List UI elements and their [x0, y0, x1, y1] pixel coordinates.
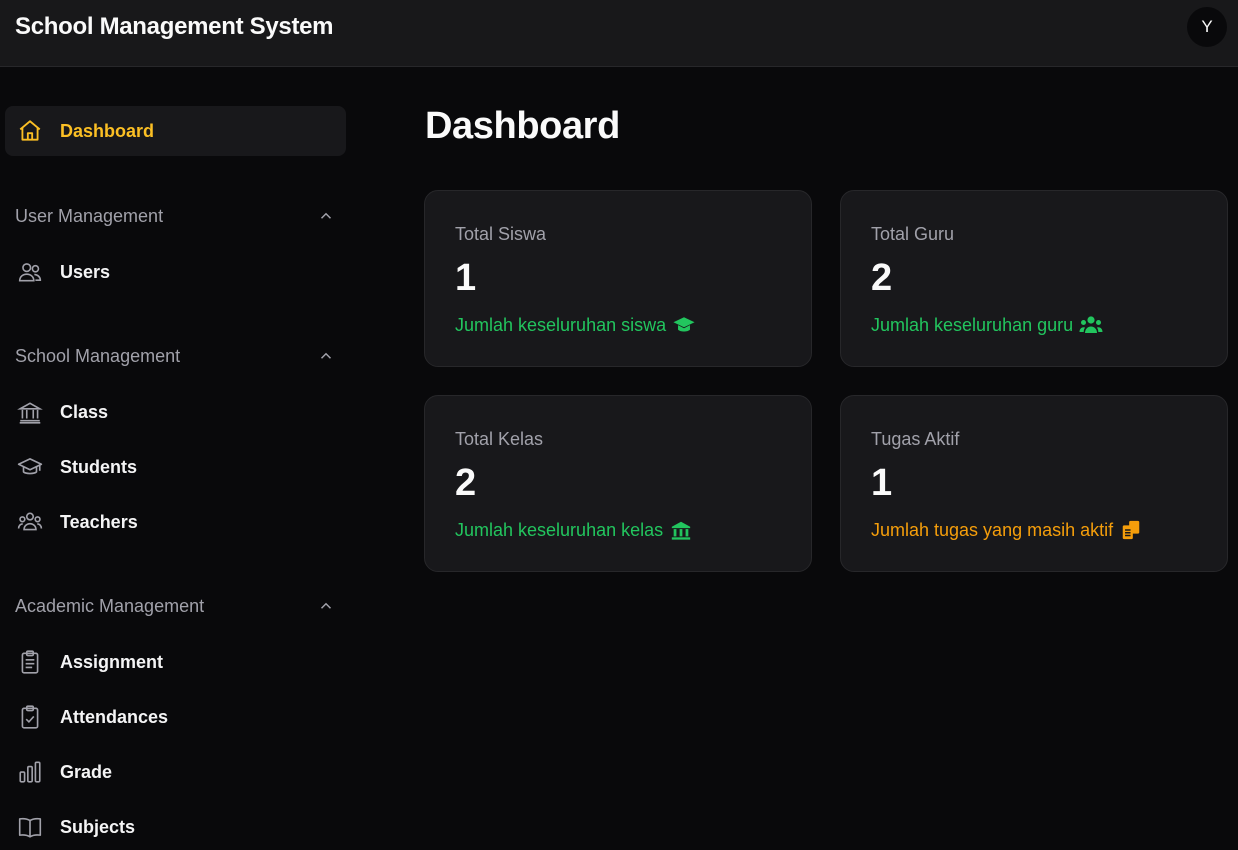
page-title: Dashboard	[425, 105, 620, 147]
sidebar-item-label: Grade	[60, 761, 113, 782]
sidebar-item-attendances[interactable]: Attendances	[15, 702, 345, 732]
stat-card-total-guru: Total Guru 2 Jumlah keseluruhan guru	[840, 190, 1228, 367]
card-title: Tugas Aktif	[871, 429, 960, 449]
user-avatar[interactable]: Y	[1187, 7, 1227, 47]
card-description-text: Jumlah keseluruhan siswa	[455, 314, 667, 335]
sidebar-item-grade[interactable]: Grade	[15, 757, 345, 787]
teachers-icon	[15, 507, 45, 537]
clipboard-check-icon	[15, 702, 45, 732]
card-value: 2	[455, 462, 477, 504]
section-school-management[interactable]: School Management	[15, 341, 335, 371]
sidebar-item-dashboard[interactable]: Dashboard	[15, 116, 345, 146]
sidebar-item-label: Students	[60, 456, 138, 477]
card-description-text: Jumlah keseluruhan guru	[871, 314, 1074, 335]
card-description: Jumlah keseluruhan siswa	[455, 313, 696, 337]
graduation-cap-icon	[672, 313, 696, 337]
stat-card-total-siswa: Total Siswa 1 Jumlah keseluruhan siswa	[424, 190, 812, 367]
card-description: Jumlah keseluruhan kelas	[455, 518, 693, 542]
bank-icon	[15, 397, 45, 427]
section-title: Academic Management	[15, 595, 205, 616]
card-description: Jumlah keseluruhan guru	[871, 313, 1103, 337]
sidebar-item-label: Subjects	[60, 816, 136, 837]
card-value: 1	[871, 462, 893, 504]
card-title: Total Kelas	[455, 429, 544, 449]
card-value: 2	[871, 257, 893, 299]
section-title: School Management	[15, 345, 181, 366]
card-description-text: Jumlah keseluruhan kelas	[455, 519, 664, 540]
sidebar-item-label: Attendances	[60, 706, 169, 727]
users-icon	[1079, 313, 1103, 337]
sidebar-item-teachers[interactable]: Teachers	[15, 507, 345, 537]
chevron-up-icon	[320, 212, 332, 219]
sidebar-item-users[interactable]: Users	[15, 257, 345, 287]
card-value: 1	[455, 257, 477, 299]
section-academic-management[interactable]: Academic Management	[15, 591, 335, 621]
card-title: Total Siswa	[455, 224, 547, 244]
book-icon	[15, 812, 45, 842]
bar-chart-icon	[15, 757, 45, 787]
sidebar-item-subjects[interactable]: Subjects	[15, 812, 345, 842]
bank-icon	[669, 518, 693, 542]
stat-card-total-kelas: Total Kelas 2 Jumlah keseluruhan kelas	[424, 395, 812, 572]
copy-icon	[1119, 518, 1143, 542]
graduation-cap-icon	[15, 452, 45, 482]
clipboard-list-icon	[15, 647, 45, 677]
section-user-management[interactable]: User Management	[15, 201, 335, 231]
sidebar-item-class[interactable]: Class	[15, 397, 345, 427]
sidebar-item-label: Users	[60, 261, 111, 282]
stat-card-tugas-aktif: Tugas Aktif 1 Jumlah tugas yang masih ak…	[840, 395, 1228, 572]
top-bar: School Management System Y	[0, 0, 1238, 67]
section-title: User Management	[15, 205, 164, 226]
chevron-up-icon	[320, 602, 332, 609]
app-title: School Management System	[15, 13, 334, 40]
sidebar-item-label: Dashboard	[60, 120, 155, 141]
users-icon	[15, 257, 45, 287]
card-description: Jumlah tugas yang masih aktif	[871, 518, 1143, 542]
card-description-text: Jumlah tugas yang masih aktif	[871, 519, 1114, 540]
card-title: Total Guru	[871, 224, 955, 244]
sidebar-item-students[interactable]: Students	[15, 452, 345, 482]
sidebar-item-assignment[interactable]: Assignment	[15, 647, 345, 677]
sidebar-item-label: Teachers	[60, 511, 138, 532]
home-icon	[15, 116, 45, 146]
sidebar: Dashboard User Management Users School M…	[0, 68, 360, 850]
sidebar-item-label: Class	[60, 401, 109, 422]
chevron-up-icon	[320, 352, 332, 359]
sidebar-item-label: Assignment	[60, 651, 164, 672]
